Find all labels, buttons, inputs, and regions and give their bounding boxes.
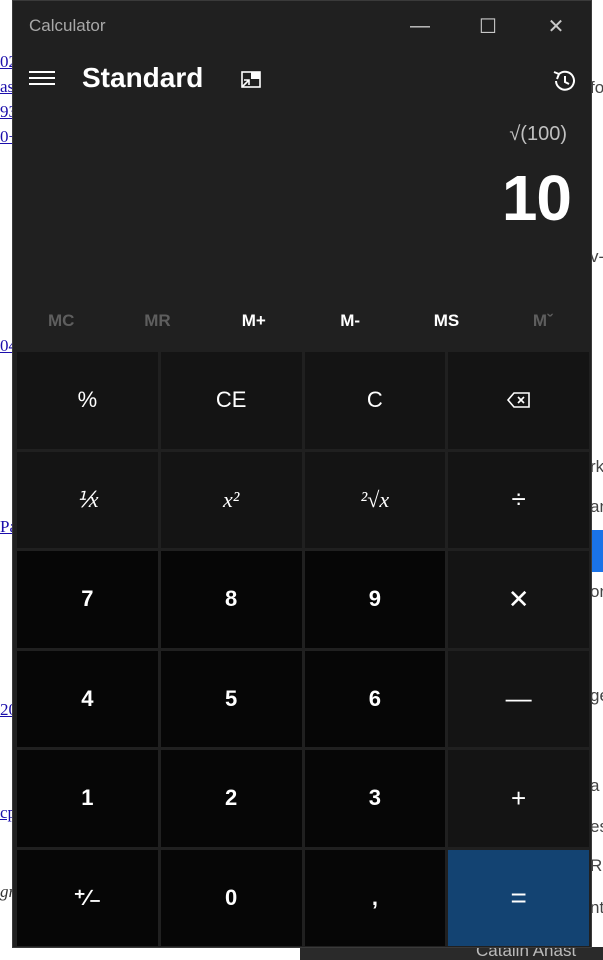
app-title: Calculator [29, 16, 106, 35]
digit-7-button[interactable]: 7 [17, 551, 158, 648]
background-text: Catalin Anast [476, 947, 577, 960]
memory-store-button[interactable]: MS [398, 301, 494, 341]
maximize-button[interactable]: ☐ [455, 1, 521, 51]
minus-button[interactable]: — [448, 650, 589, 747]
close-button[interactable]: ✕ [523, 1, 589, 51]
hamburger-menu-icon[interactable] [29, 71, 55, 89]
close-icon: ✕ [547, 15, 565, 38]
memory-clear-button[interactable]: MC [13, 301, 109, 341]
keep-on-top-icon[interactable] [238, 67, 264, 93]
calculator-header: Standard [13, 53, 591, 107]
square-root-button[interactable]: ²√x [304, 451, 446, 548]
memory-row: MC MR M+ M- MS Mˇ [13, 301, 591, 341]
expression-display: √(100) [509, 123, 567, 145]
digit-9-button[interactable]: 9 [304, 551, 446, 648]
memory-recall-button[interactable]: MR [109, 301, 205, 341]
backspace-button[interactable] [448, 352, 589, 449]
digit-3-button[interactable]: 3 [304, 750, 446, 847]
result-display: 10 [501, 162, 572, 234]
memory-list-button[interactable]: Mˇ [495, 301, 591, 341]
mode-title: Standard [82, 62, 204, 93]
backspace-icon [506, 392, 530, 409]
minimize-button[interactable]: — [387, 1, 453, 51]
title-bar[interactable]: Calculator — ☐ ✕ [13, 1, 591, 51]
clear-entry-button[interactable]: CE [160, 352, 302, 449]
digit-0-button[interactable]: 0 [160, 849, 302, 946]
memory-subtract-button[interactable]: M- [302, 301, 398, 341]
minimize-icon: — [410, 14, 430, 37]
percent-button[interactable]: % [17, 352, 158, 449]
digit-4-button[interactable]: 4 [17, 650, 158, 747]
clear-button[interactable]: C [304, 352, 446, 449]
reciprocal-button[interactable]: ⅟x [17, 451, 158, 548]
digit-6-button[interactable]: 6 [304, 650, 446, 747]
keypad: % CE C ⅟x x² ²√x ÷ 7 8 9 ✕ 4 5 6 — 1 2 3… [17, 352, 589, 946]
plus-button[interactable]: + [448, 750, 589, 847]
calculator-window: Calculator — ☐ ✕ Standard √(100) 10 MC M… [12, 0, 592, 948]
maximize-icon: ☐ [479, 15, 497, 38]
digit-1-button[interactable]: 1 [17, 750, 158, 847]
negate-button[interactable]: ⁺∕₋ [17, 849, 158, 946]
digit-2-button[interactable]: 2 [160, 750, 302, 847]
divide-button[interactable]: ÷ [448, 451, 589, 548]
multiply-button[interactable]: ✕ [448, 551, 589, 648]
square-button[interactable]: x² [160, 451, 302, 548]
digit-5-button[interactable]: 5 [160, 650, 302, 747]
memory-add-button[interactable]: M+ [206, 301, 302, 341]
history-icon[interactable] [551, 67, 579, 95]
equals-button[interactable]: = [448, 849, 589, 946]
decimal-button[interactable]: , [304, 849, 446, 946]
digit-8-button[interactable]: 8 [160, 551, 302, 648]
background-page-bottom: Catalin Anast [300, 947, 603, 960]
